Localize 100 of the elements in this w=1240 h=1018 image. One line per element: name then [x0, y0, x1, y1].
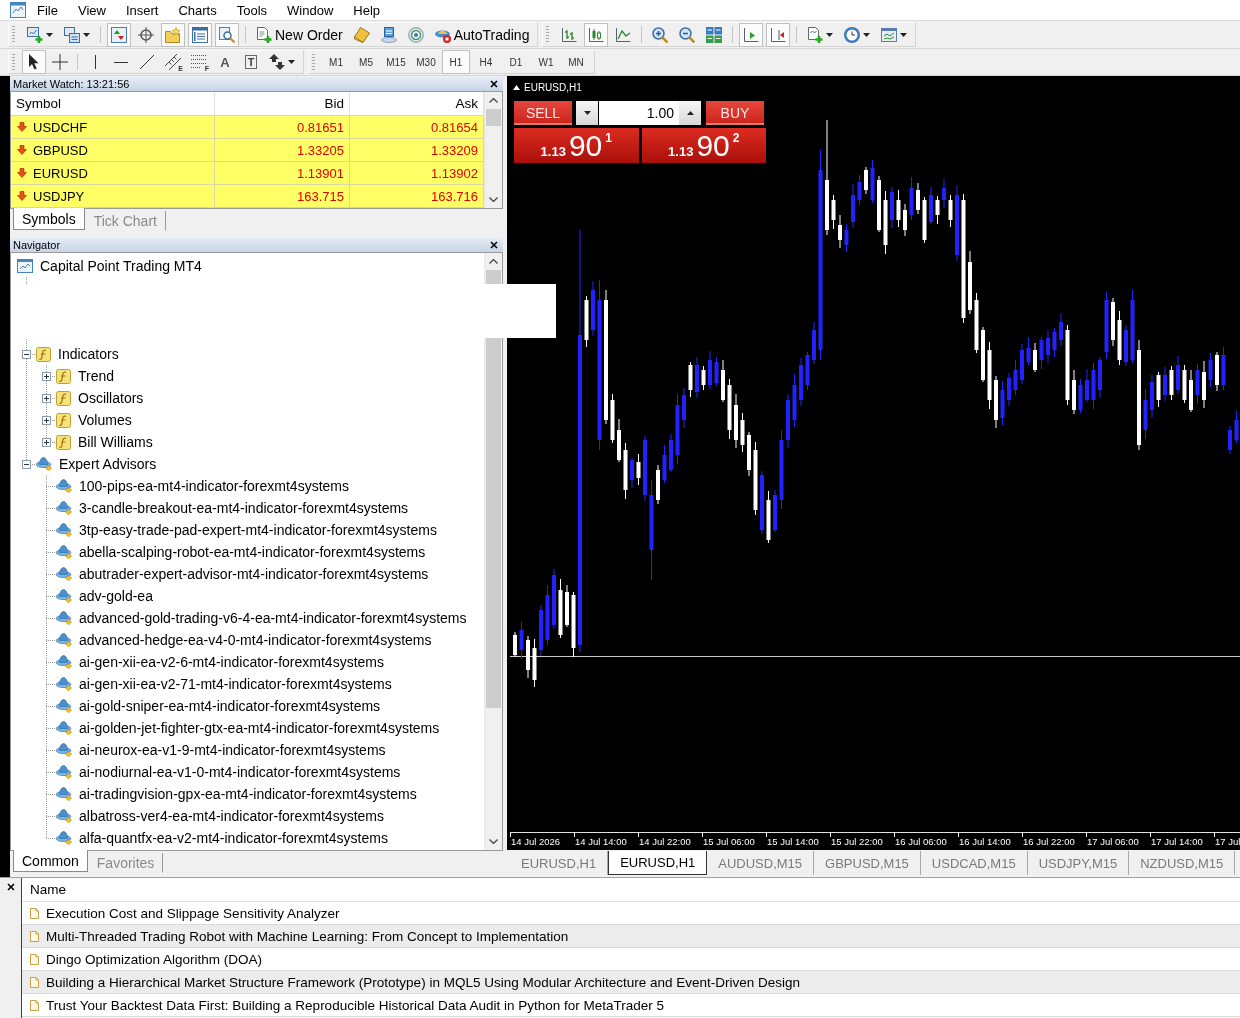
close-icon[interactable] [490, 80, 498, 88]
chart-tab[interactable]: USDJPY,M15 [1027, 851, 1130, 875]
text-button[interactable]: A [213, 50, 237, 74]
tree-item[interactable]: alfa-quantfx-ea-v2-mt4-indicator-forexmt4systems [79, 830, 388, 846]
hat-icon [56, 655, 72, 669]
article-title: Dingo Optimization Algorithm (DOA) [46, 951, 263, 967]
menu-item[interactable]: Insert [117, 0, 167, 20]
collapse-icon[interactable] [21, 459, 31, 469]
tree-item[interactable]: 3tp-easy-trade-pad-expert-mt4-indicator-forexmt4systems [79, 522, 437, 538]
tree-item[interactable]: advanced-hedge-ea-v4-0-mt4-indicator-forexmt4systems [79, 632, 432, 648]
buy-button[interactable]: BUY [706, 101, 764, 125]
volume-down-button[interactable] [576, 101, 598, 125]
article-row[interactable]: Multi-Threaded Trading Robot with Machine Learning: From Concept to Implementation [22, 925, 1240, 948]
timeframe-button[interactable]: H4 [472, 50, 500, 74]
menu-item[interactable]: Help [345, 0, 389, 20]
caret-up-icon [686, 111, 694, 115]
autotrading-button[interactable]: AutoTrading [430, 22, 534, 47]
quote-row[interactable]: USDJPY 163.715 163.716 [11, 185, 484, 208]
expand-icon[interactable] [41, 415, 51, 425]
menu-item[interactable]: Window [279, 0, 342, 20]
tree-item[interactable]: ai-gold-sniper-ea-mt4-indicator-forexmt4systems [79, 698, 381, 714]
new-order-button[interactable]: New Order [252, 22, 347, 47]
time-axis-label: 15 Jul 14:00 [766, 833, 830, 850]
tree-item[interactable]: abutrader-expert-advisor-mt4-indicator-forexmt4systems [79, 566, 429, 582]
panel-title: Market Watch: 13:21:56 [13, 77, 130, 91]
tree-item[interactable]: ai-gen-xii-ea-v2-71-mt4-indicator-forexmt4systems [79, 676, 392, 692]
document-icon [30, 999, 39, 1011]
menu-item[interactable]: File [29, 0, 66, 20]
article-row[interactable]: Building a Hierarchical Market Structure Framework (Prototype) in MQL5 Using Modular Architecture and Event-Driven Design [22, 971, 1240, 994]
expand-icon[interactable] [41, 371, 51, 381]
timeframe-button[interactable]: D1 [502, 50, 530, 74]
chart-tab[interactable]: NZDUSD,M15 [1129, 851, 1236, 875]
tree-item[interactable]: ai-gen-xii-ea-v2-6-mt4-indicator-forexmt4systems [79, 654, 384, 670]
tree-item[interactable]: ai-neurox-ea-v1-9-mt4-indicator-forexmt4systems [79, 742, 386, 758]
timeframe-button[interactable]: M1 [322, 50, 350, 74]
article-title: Building a Hierarchical Market Structure Framework (Prototype) in MQL5 Using Modular Architecture and Event-Driven Design [46, 974, 801, 990]
hat-icon [56, 589, 72, 603]
chart-tab[interactable]: USDCAD,M15 [920, 851, 1028, 875]
tree-item[interactable]: Expert Advisors [59, 456, 157, 472]
hat-icon [56, 765, 72, 779]
tree-item[interactable]: ai-nodiurnal-ea-v1-0-mt4-indicator-forexmt4systems [79, 764, 401, 780]
time-axis-label: 17 Jul 06:00 [1086, 833, 1150, 850]
toolbar-grip[interactable] [546, 26, 550, 43]
volume-field[interactable]: 1.00 [599, 101, 679, 125]
tree-item[interactable]: ai-golden-jet-fighter-gtx-ea-mt4-indicator-forexmt4systems [79, 720, 440, 736]
tree-item[interactable]: adv-gold-ea [79, 588, 153, 604]
volume-up-button[interactable] [679, 101, 701, 125]
tree-item[interactable]: ai-tradingvision-gpx-ea-mt4-indicator-forexmt4systems [79, 786, 417, 802]
hat-icon [56, 501, 72, 515]
hat-icon [56, 677, 72, 691]
menu-item[interactable]: Tools [228, 0, 276, 20]
toolbar-grip[interactable] [12, 54, 15, 70]
tree-item[interactable]: albatross-ver4-ea-mt4-indicator-forexmt4systems [79, 808, 384, 824]
menu-item[interactable]: View [69, 0, 114, 20]
tree-item[interactable]: Capital Point Trading MT4 [40, 258, 202, 274]
timeframe-button[interactable]: M5 [352, 50, 380, 74]
sell-button[interactable]: SELL [514, 101, 572, 125]
panel-tab[interactable]: Symbols [13, 208, 85, 230]
document-icon [30, 976, 39, 988]
document-icon [30, 953, 39, 965]
menu-item[interactable]: Charts [170, 0, 225, 20]
tree-item[interactable]: advanced-gold-trading-v6-4-ea-mt4-indicator-forexmt4systems [79, 610, 467, 626]
chart-tab[interactable]: AUDUSD,M15 [707, 851, 815, 875]
timeframe-button[interactable]: M15 [382, 50, 410, 74]
expand-icon[interactable] [41, 393, 51, 403]
collapse-icon[interactable] [21, 349, 31, 359]
tree-item[interactable]: Bill Williams [78, 434, 153, 450]
chart-tab[interactable]: GBPUSD,M15 [814, 851, 921, 875]
tree-item[interactable]: 100-pips-ea-mt4-indicator-forexmt4systems [79, 478, 349, 494]
quote-row[interactable]: USDCHF 0.81651 0.81654 [11, 116, 484, 139]
function-icon [36, 346, 51, 362]
timeframe-button[interactable]: M30 [412, 50, 440, 74]
hat-icon [56, 809, 72, 823]
tree-item[interactable]: Volumes [78, 412, 132, 428]
timeframe-button[interactable]: MN [562, 50, 590, 74]
close-icon[interactable] [6, 883, 15, 891]
text-label-button[interactable]: T [239, 50, 263, 74]
panel-title: Navigator [13, 238, 61, 252]
tree-item[interactable]: Oscillators [78, 390, 144, 406]
chevron-up-icon [489, 259, 498, 264]
symbol-name: USDCHF [33, 119, 88, 135]
function-icon [56, 412, 71, 428]
quote-row[interactable]: GBPUSD 1.33205 1.33209 [11, 139, 484, 162]
toolbar-grip[interactable] [12, 26, 15, 43]
quote-row[interactable]: EURUSD 1.13901 1.13902 [11, 162, 484, 185]
timeframe-button[interactable]: W1 [532, 50, 560, 74]
tree-item[interactable]: abella-scalping-robot-ea-mt4-indicator-forexmt4systems [79, 544, 426, 560]
hat-icon [56, 633, 72, 647]
toolbar-grip[interactable] [312, 54, 315, 70]
tree-item[interactable]: Indicators [58, 346, 119, 362]
tree-item[interactable]: Trend [78, 368, 115, 384]
close-icon[interactable] [490, 241, 498, 249]
expand-icon[interactable] [41, 437, 51, 447]
panel-tab[interactable]: Common [13, 850, 88, 872]
triangle-up-icon[interactable] [513, 85, 520, 90]
timeframe-button[interactable]: H1 [442, 50, 470, 74]
tree-item[interactable]: 3-candle-breakout-ea-mt4-indicator-forexmt4systems [79, 500, 409, 516]
chart-window-icon [17, 259, 33, 273]
scrollbar-thumb[interactable] [486, 109, 501, 126]
chart-tab[interactable]: EURUSD,H1 [608, 851, 708, 875]
